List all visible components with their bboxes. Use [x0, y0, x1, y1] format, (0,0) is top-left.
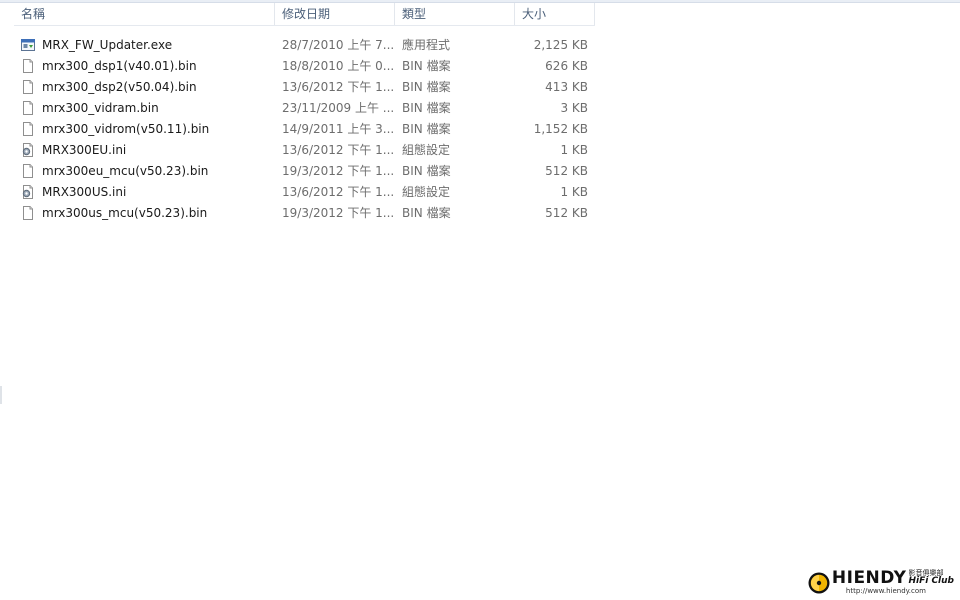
file-row[interactable]: mrx300_dsp1(v40.01).bin 18/8/2010 上午 0...… [14, 55, 595, 76]
column-header-size[interactable]: 大小 [515, 3, 595, 25]
file-name-cell: mrx300_vidram.bin [14, 100, 275, 116]
file-type: BIN 檔案 [402, 122, 451, 136]
hiendy-watermark-logo: HIENDY 影音俱樂部 HiFi Club http://www.hiendy… [808, 570, 954, 595]
file-name: mrx300eu_mcu(v50.23).bin [42, 163, 209, 178]
column-header-type[interactable]: 類型 [395, 3, 515, 25]
file-name: MRX_FW_Updater.exe [42, 37, 173, 52]
file-row[interactable]: mrx300eu_mcu(v50.23).bin 19/3/2012 下午 1..… [14, 160, 595, 181]
file-type: 應用程式 [402, 38, 451, 52]
column-header-type-label: 類型 [402, 7, 427, 21]
file-name-cell: MRX300US.ini [14, 184, 275, 200]
file-name-cell: mrx300_dsp1(v40.01).bin [14, 58, 275, 74]
file-type: 組態設定 [402, 143, 451, 157]
file-name-cell: MRX300EU.ini [14, 142, 275, 158]
settings-file-icon [20, 184, 36, 200]
file-type: BIN 檔案 [402, 164, 451, 178]
file-date: 13/6/2012 下午 1... [282, 80, 395, 94]
settings-file-icon [20, 142, 36, 158]
file-row[interactable]: MRX_FW_Updater.exe 28/7/2010 上午 7... 應用程式 2… [14, 34, 595, 55]
file-size: 413 KB [545, 79, 588, 94]
file-icon [20, 79, 36, 95]
file-type: BIN 檔案 [402, 80, 451, 94]
file-type: 組態設定 [402, 185, 451, 199]
file-list: MRX_FW_Updater.exe 28/7/2010 上午 7... 應用程式 2… [14, 34, 595, 223]
file-row[interactable]: mrx300us_mcu(v50.23).bin 19/3/2012 下午 1..… [14, 202, 595, 223]
file-size: 1 KB [560, 184, 588, 199]
file-type: BIN 檔案 [402, 59, 451, 73]
column-header-date-label: 修改日期 [282, 7, 331, 21]
file-date: 14/9/2011 上午 3... [282, 122, 395, 136]
watermark-club: HiFi Club [908, 576, 954, 586]
file-row[interactable]: MRX300US.ini 13/6/2012 下午 1... 組態設定 1 KB [14, 181, 595, 202]
exe-icon [20, 37, 36, 53]
file-row[interactable]: mrx300_dsp2(v50.04).bin 13/6/2012 下午 1...… [14, 76, 595, 97]
file-type: BIN 檔案 [402, 101, 451, 115]
watermark-url: http://www.hiendy.com [845, 587, 926, 595]
column-header-date[interactable]: 修改日期 [275, 3, 395, 25]
file-name: MRX300US.ini [42, 184, 127, 199]
file-name-cell: mrx300_vidrom(v50.11).bin [14, 121, 275, 137]
file-icon [20, 58, 36, 74]
file-name: MRX300EU.ini [42, 142, 127, 157]
file-icon [20, 205, 36, 221]
file-date: 23/11/2009 上午 ... [282, 101, 395, 115]
file-type: BIN 檔案 [402, 206, 451, 220]
file-size: 512 KB [545, 205, 588, 220]
file-date: 28/7/2010 上午 7... [282, 38, 395, 52]
column-header-size-label: 大小 [522, 7, 547, 21]
file-name-cell: mrx300us_mcu(v50.23).bin [14, 205, 275, 221]
file-date: 19/3/2012 下午 1... [282, 164, 395, 178]
pane-splitter-handle[interactable] [0, 386, 2, 404]
file-name: mrx300_dsp1(v40.01).bin [42, 58, 197, 73]
file-size: 626 KB [545, 58, 588, 73]
file-icon [20, 163, 36, 179]
file-row[interactable]: MRX300EU.ini 13/6/2012 下午 1... 組態設定 1 KB [14, 139, 595, 160]
file-name-cell: MRX_FW_Updater.exe [14, 37, 275, 53]
hiendy-disc-logo-icon [808, 572, 830, 593]
column-header-bar: ^ 名稱 修改日期 類型 大小 [14, 0, 595, 26]
file-date: 19/3/2012 下午 1... [282, 206, 395, 220]
sort-ascending-icon: ^ [138, 0, 146, 5]
file-date: 18/8/2010 上午 0... [282, 59, 395, 73]
file-name: mrx300us_mcu(v50.23).bin [42, 205, 208, 220]
file-name: mrx300_vidram.bin [42, 100, 159, 115]
file-size: 512 KB [545, 163, 588, 178]
file-size: 1 KB [560, 142, 588, 157]
watermark-brand: HIENDY [831, 568, 907, 588]
file-name: mrx300_dsp2(v50.04).bin [42, 79, 197, 94]
file-icon [20, 100, 36, 116]
file-icon [20, 121, 36, 137]
file-size: 1,152 KB [533, 121, 588, 136]
file-size: 3 KB [560, 100, 588, 115]
file-name: mrx300_vidrom(v50.11).bin [42, 121, 210, 136]
column-header-name[interactable]: ^ 名稱 [14, 0, 275, 25]
file-row[interactable]: mrx300_vidram.bin 23/11/2009 上午 ... BIN 檔案… [14, 97, 595, 118]
file-date: 13/6/2012 下午 1... [282, 185, 395, 199]
file-name-cell: mrx300eu_mcu(v50.23).bin [14, 163, 275, 179]
file-name-cell: mrx300_dsp2(v50.04).bin [14, 79, 275, 95]
column-header-name-label: 名稱 [21, 7, 46, 21]
file-date: 13/6/2012 下午 1... [282, 143, 395, 157]
file-size: 2,125 KB [533, 37, 588, 52]
file-row[interactable]: mrx300_vidrom(v50.11).bin 14/9/2011 上午 3.… [14, 118, 595, 139]
